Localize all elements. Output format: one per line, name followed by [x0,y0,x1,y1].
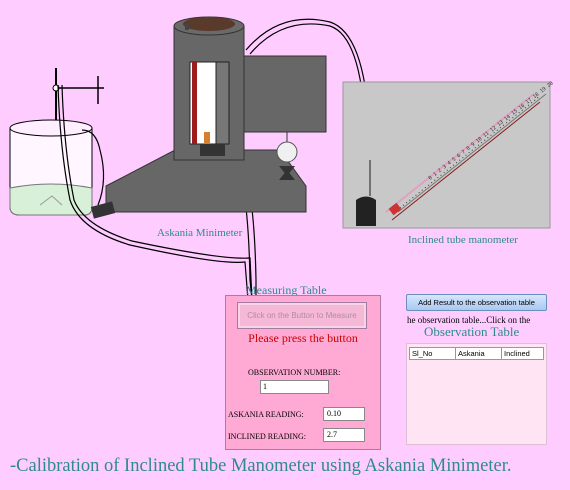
observation-number-label: OBSERVATION NUMBER: [248,368,341,377]
prompt-message: Please press the button [248,331,358,345]
inclined-reading-field[interactable]: 2.7 [323,428,365,442]
askania-reading-label: ASKANIA READING: [228,410,304,419]
water-beaker [9,119,93,216]
inclined-reading-label: INCLINED READING: [228,432,306,441]
inclined-tube-manometer: 0 1 2 3 4 5 6 7 8 9 10 11 12 13 14 15 16… [342,80,555,229]
column-header-sl-no[interactable]: Sl_No [409,347,456,360]
askania-label: Askania Minimeter [157,227,243,239]
askania-reading-field[interactable]: 0.10 [323,407,365,421]
observation-table-header: Sl_No Askania Inclined [409,347,544,360]
column-header-inclined[interactable]: Inclined [501,347,544,360]
inclined-manometer-label: Inclined tube manometer [408,234,518,246]
column-header-askania[interactable]: Askania [455,347,502,360]
page-footer-title: -Calibration of Inclined Tube Manometer … [10,456,512,476]
add-result-button[interactable]: Add Result to the observation table [406,294,547,311]
measure-button[interactable]: Click on the Button to Measure [237,302,367,329]
measuring-panel: Click on the Button to Measure Please pr… [225,295,381,450]
observation-number-field[interactable]: 1 [260,380,329,394]
observation-table: Sl_No Askania Inclined [406,343,547,445]
askania-minimeter [90,16,327,219]
observation-table-title: Observation Table [424,324,520,339]
